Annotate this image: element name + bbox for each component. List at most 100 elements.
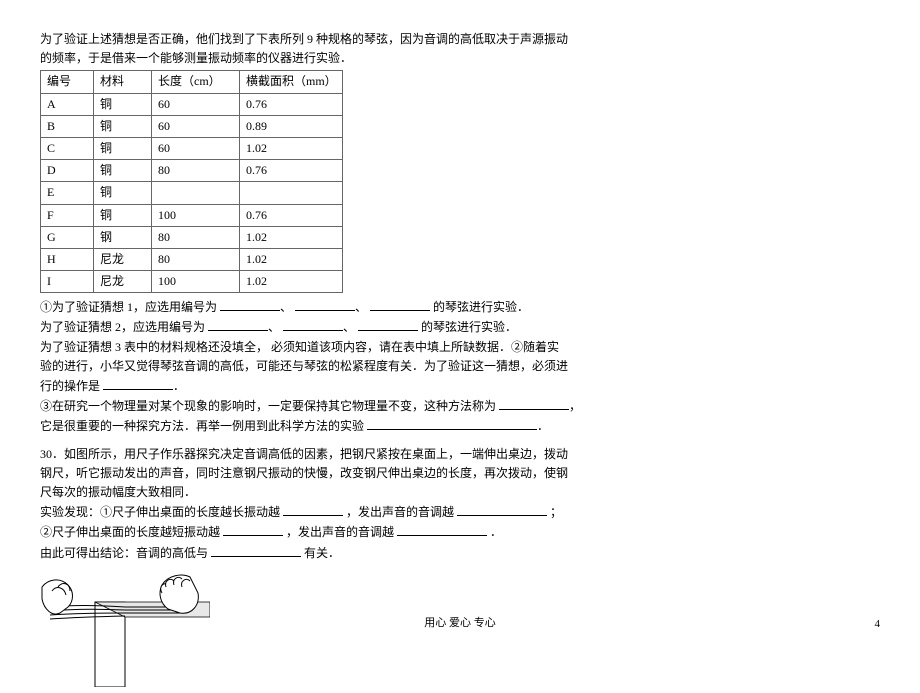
blank-field[interactable] bbox=[223, 522, 283, 536]
q30-text-d3: ； bbox=[550, 505, 562, 519]
intro-line-2: 的频率，于是借来一个能够测量振动频率的仪器进行实验． bbox=[40, 51, 352, 65]
cell: 0.76 bbox=[240, 160, 343, 182]
cell: 尼龙 bbox=[94, 248, 152, 270]
cell: E bbox=[41, 182, 94, 204]
table-header-row: 编号 材料 长度（cm） 横截面积（mm） bbox=[41, 71, 343, 93]
cell: 1.02 bbox=[240, 226, 343, 248]
table-row: A铜600.76 bbox=[41, 93, 343, 115]
specs-table: 编号 材料 长度（cm） 横截面积（mm） A铜600.76 B铜600.89 … bbox=[40, 70, 343, 293]
cell: 80 bbox=[152, 248, 240, 270]
table-row: B铜600.89 bbox=[41, 115, 343, 137]
cell: 80 bbox=[152, 226, 240, 248]
page-number: 4 bbox=[875, 618, 881, 630]
blank-field[interactable] bbox=[211, 543, 301, 557]
cell bbox=[240, 182, 343, 204]
intro-line-1: 为了验证上述猜想是否正确，他们找到了下表所列 9 种规格的琴弦，因为音调的高低取… bbox=[40, 32, 568, 46]
blank-field[interactable] bbox=[397, 522, 487, 536]
period: ． bbox=[173, 379, 185, 393]
question-2: 为了验证猜想 2，应选用编号为 、 、 的琴弦进行实验． bbox=[40, 317, 880, 337]
cell: 60 bbox=[152, 115, 240, 137]
cell: 80 bbox=[152, 160, 240, 182]
q30-text-f2: 有关． bbox=[304, 546, 340, 560]
page-content: 为了验证上述猜想是否正确，他们找到了下表所列 9 种规格的琴弦，因为音调的高低取… bbox=[0, 0, 920, 687]
blank-field[interactable] bbox=[220, 297, 280, 311]
cell: 60 bbox=[152, 93, 240, 115]
question-1: ①为了验证猜想 1，应选用编号为 、 、 的琴弦进行实验． bbox=[40, 297, 880, 317]
cell: 1.02 bbox=[240, 271, 343, 293]
sep: 、 bbox=[268, 320, 280, 334]
sep: 、 bbox=[343, 320, 355, 334]
cell: 0.89 bbox=[240, 115, 343, 137]
th-area: 横截面积（mm） bbox=[240, 71, 343, 93]
cell: 100 bbox=[152, 271, 240, 293]
blank-field[interactable] bbox=[367, 416, 537, 430]
sep: 、 bbox=[355, 300, 367, 314]
blank-field[interactable] bbox=[499, 396, 569, 410]
cell: I bbox=[41, 271, 94, 293]
cell: H bbox=[41, 248, 94, 270]
th-length: 长度（cm） bbox=[152, 71, 240, 93]
table-row: H尼龙801.02 bbox=[41, 248, 343, 270]
cell: 0.76 bbox=[240, 93, 343, 115]
sep: 、 bbox=[280, 300, 292, 314]
cell: B bbox=[41, 115, 94, 137]
table-row: D铜800.76 bbox=[41, 160, 343, 182]
th-id: 编号 bbox=[41, 71, 94, 93]
cell: A bbox=[41, 93, 94, 115]
cell: 60 bbox=[152, 137, 240, 159]
blank-field[interactable] bbox=[283, 502, 343, 516]
cell: 0.76 bbox=[240, 204, 343, 226]
q4-text-a: ③在研究一个物理量对某个现象的影响时，一定要保持其它物理量不变，这种方法称为 bbox=[40, 399, 496, 413]
cell: 铜 bbox=[94, 137, 152, 159]
cell: G bbox=[41, 226, 94, 248]
cell: 1.02 bbox=[240, 248, 343, 270]
blank-field[interactable] bbox=[283, 317, 343, 331]
table-row: F铜1000.76 bbox=[41, 204, 343, 226]
blank-field[interactable] bbox=[208, 317, 268, 331]
cell: 铜 bbox=[94, 204, 152, 226]
blank-field[interactable] bbox=[103, 376, 173, 390]
cell: 100 bbox=[152, 204, 240, 226]
blank-field[interactable] bbox=[457, 502, 547, 516]
q3-text-b: 验的进行，小华又觉得琴弦音调的高低，可能还与琴弦的松紧程度有关．为了验证这一猜想… bbox=[40, 359, 568, 373]
q30-text-d1: 实验发现：①尺子伸出桌面的长度越长振动越 bbox=[40, 505, 280, 519]
q30-text-e2: ，发出声音的音调越 bbox=[286, 525, 394, 539]
question-4: ③在研究一个物理量对某个现象的影响时，一定要保持其它物理量不变，这种方法称为 ，… bbox=[40, 396, 880, 436]
question-30: 30．如图所示，用尺子作乐器探究决定音调高低的因素，把钢尺紧按在桌面上，一端伸出… bbox=[40, 445, 880, 563]
q30-text-f1: 由此可得出结论：音调的高低与 bbox=[40, 546, 208, 560]
blank-field[interactable] bbox=[358, 317, 418, 331]
q30-text-e3: ． bbox=[490, 525, 502, 539]
q30-text-c: 尺每次的振动幅度大致相同． bbox=[40, 485, 196, 499]
q1-text-a: ①为了验证猜想 1，应选用编号为 bbox=[40, 300, 217, 314]
q2-text-b: 的琴弦进行实验． bbox=[421, 320, 517, 334]
q30-text-e1: ②尺子伸出桌面的长度越短振动越 bbox=[40, 525, 220, 539]
cell: F bbox=[41, 204, 94, 226]
q3-text-c: 行的操作是 bbox=[40, 379, 100, 393]
cell: 钢 bbox=[94, 226, 152, 248]
intro-paragraph: 为了验证上述猜想是否正确，他们找到了下表所列 9 种规格的琴弦，因为音调的高低取… bbox=[40, 30, 880, 68]
cell: 1.02 bbox=[240, 137, 343, 159]
q1-text-b: 的琴弦进行实验． bbox=[433, 300, 529, 314]
table-row: I尼龙1001.02 bbox=[41, 271, 343, 293]
cell: D bbox=[41, 160, 94, 182]
q30-text-d2: ，发出声音的音调越 bbox=[346, 505, 454, 519]
q30-text-a: 30．如图所示，用尺子作乐器探究决定音调高低的因素，把钢尺紧按在桌面上，一端伸出… bbox=[40, 447, 568, 461]
th-material: 材料 bbox=[94, 71, 152, 93]
page-footer: 用心 爱心 专心 bbox=[0, 614, 920, 630]
blank-field[interactable] bbox=[295, 297, 355, 311]
q4-text-b: 它是很重要的一种探究方法．再举一例用到此科学方法的实验 bbox=[40, 419, 364, 433]
table-row: C铜601.02 bbox=[41, 137, 343, 159]
period: ． bbox=[537, 419, 549, 433]
table-row: G钢801.02 bbox=[41, 226, 343, 248]
cell: 铜 bbox=[94, 160, 152, 182]
sep: ， bbox=[569, 399, 581, 413]
question-3: 为了验证猜想 3 表中的材料规格还没填全， 必须知道该项内容，请在表中填上所缺数… bbox=[40, 338, 880, 397]
cell bbox=[152, 182, 240, 204]
cell: 铜 bbox=[94, 93, 152, 115]
q3-text-a: 为了验证猜想 3 表中的材料规格还没填全， 必须知道该项内容，请在表中填上所缺数… bbox=[40, 340, 559, 354]
q2-text-a: 为了验证猜想 2，应选用编号为 bbox=[40, 320, 205, 334]
blank-field[interactable] bbox=[370, 297, 430, 311]
cell: 铜 bbox=[94, 115, 152, 137]
q30-text-b: 钢尺，听它振动发出的声音，同时注意钢尺振动的快慢，改变钢尺伸出桌边的长度，再次拨… bbox=[40, 466, 568, 480]
table-row: E铜 bbox=[41, 182, 343, 204]
